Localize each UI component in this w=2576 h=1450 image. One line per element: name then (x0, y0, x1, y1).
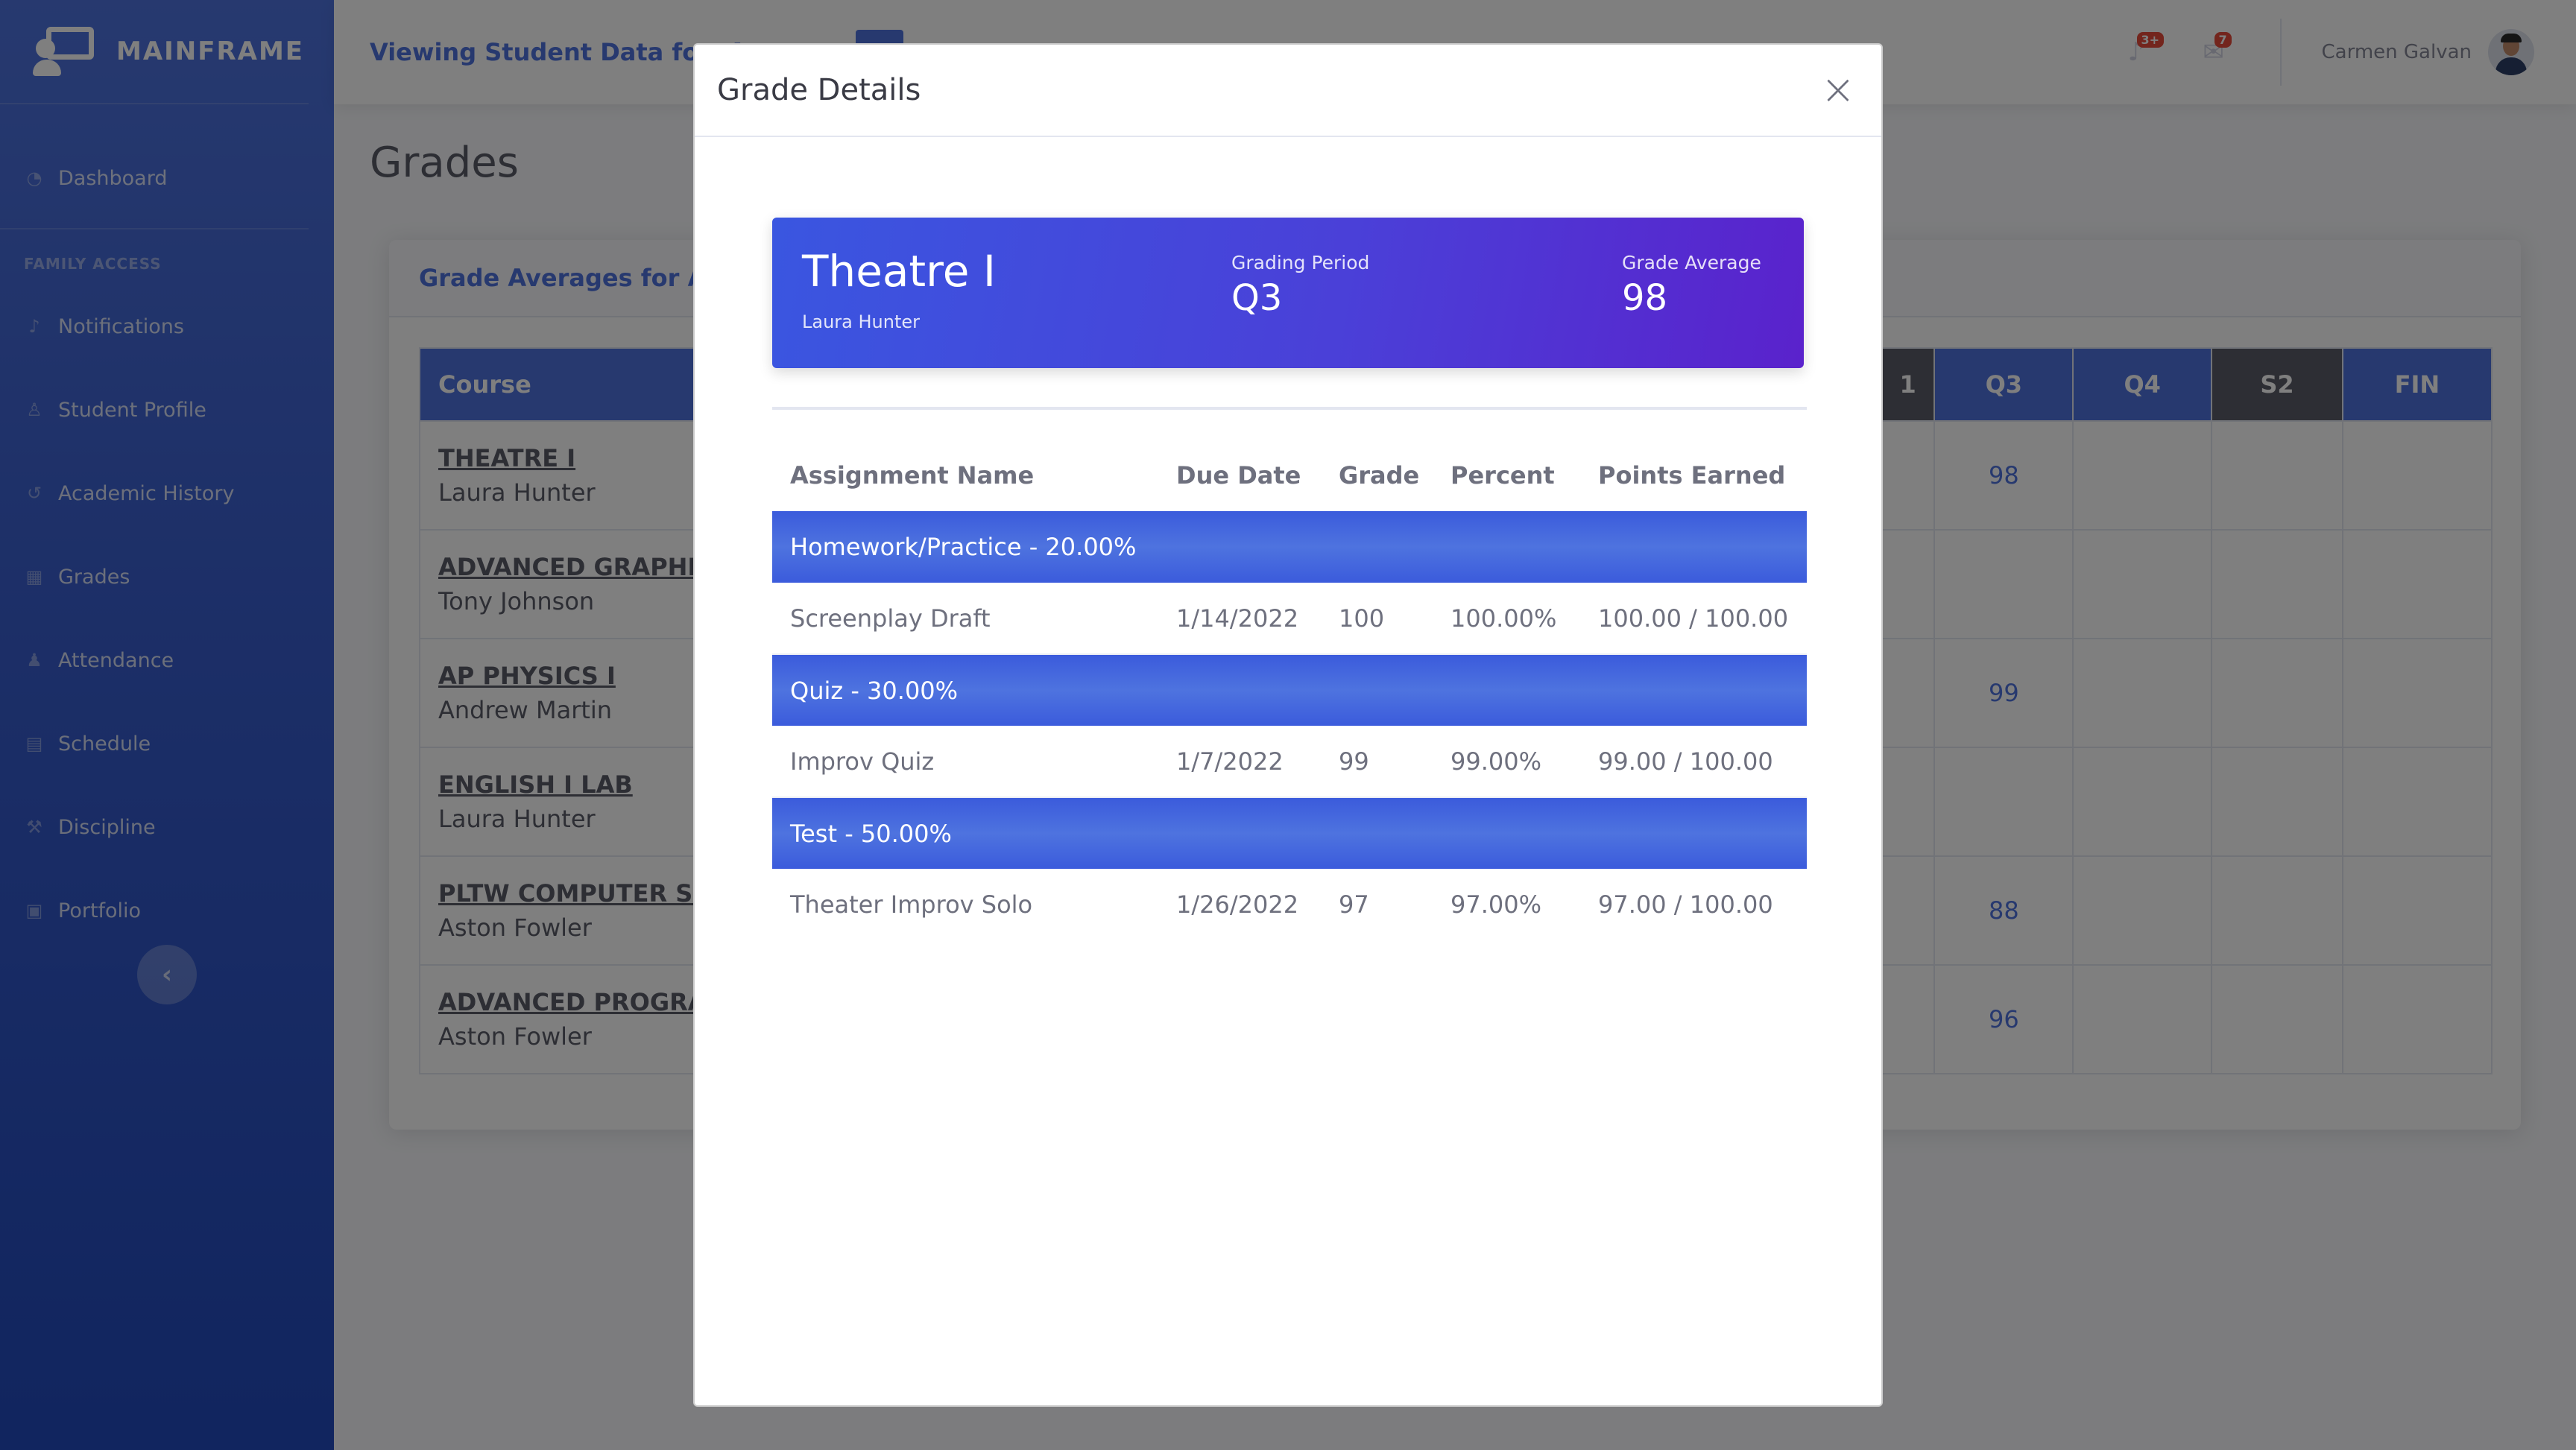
category-row: Quiz - 30.00% (772, 654, 1807, 726)
grade-average-label: Grade Average (1622, 252, 1761, 273)
category-label: Homework/Practice - 20.00% (772, 511, 1807, 583)
assignment-grade: 99 (1321, 726, 1433, 798)
column-header-assignment-name: Assignment Name (790, 461, 1035, 490)
assignment-grade: 100 (1321, 583, 1433, 655)
assignment-points: 97.00 / 100.00 (1598, 890, 1773, 919)
assignment-due: 1/14/2022 (1158, 583, 1321, 655)
assignment-due: 1/26/2022 (1176, 890, 1299, 919)
banner-teacher: Laura Hunter (802, 311, 921, 332)
close-icon[interactable]: × (1816, 66, 1860, 114)
assignment-row: Theater Improv Solo 1/26/2022 97 97.00% … (772, 869, 1807, 940)
assignment-name: Improv Quiz (772, 726, 1158, 798)
modal-title: Grade Details (717, 73, 921, 107)
category-row: Homework/Practice - 20.00% (772, 511, 1807, 583)
assignment-percent: 99.00% (1433, 726, 1580, 798)
assignments-table: Assignment Name Due Date Grade Percent P… (772, 440, 1807, 940)
assignment-points: 99.00 / 100.00 (1580, 726, 1807, 798)
assignment-percent: 97.00% (1450, 890, 1542, 919)
category-label: Quiz - 30.00% (772, 654, 1807, 726)
category-row: Test - 50.00% (772, 797, 1807, 869)
course-summary-banner: Theatre I Laura Hunter Grading Period Q3… (772, 218, 1804, 368)
assignment-grade: 97 (1339, 890, 1369, 919)
assignment-due: 1/7/2022 (1158, 726, 1321, 798)
column-header-percent: Percent (1450, 461, 1555, 490)
assignment-name: Screenplay Draft (772, 583, 1158, 655)
assignment-points: 100.00 / 100.00 (1580, 583, 1807, 655)
grading-period-value: Q3 (1231, 277, 1283, 319)
category-label: Test - 50.00% (772, 797, 1807, 869)
assignment-name: Theater Improv Solo (790, 890, 1033, 919)
grade-details-modal: Grade Details × Theatre I Laura Hunter G… (693, 43, 1883, 1407)
assignment-row: Improv Quiz 1/7/2022 99 99.00% 99.00 / 1… (772, 726, 1807, 798)
column-header-grade: Grade (1339, 461, 1420, 490)
column-header-due-date: Due Date (1176, 461, 1301, 490)
banner-course-name: Theatre I (802, 246, 996, 297)
assignment-row: Screenplay Draft 1/14/2022 100 100.00% 1… (772, 583, 1807, 655)
column-header-points-earned: Points Earned (1598, 461, 1786, 490)
grade-average-value: 98 (1622, 277, 1668, 319)
modal-header: Grade Details × (695, 45, 1881, 137)
grading-period-label: Grading Period (1231, 252, 1370, 273)
assignment-percent: 100.00% (1433, 583, 1580, 655)
divider (772, 407, 1807, 410)
